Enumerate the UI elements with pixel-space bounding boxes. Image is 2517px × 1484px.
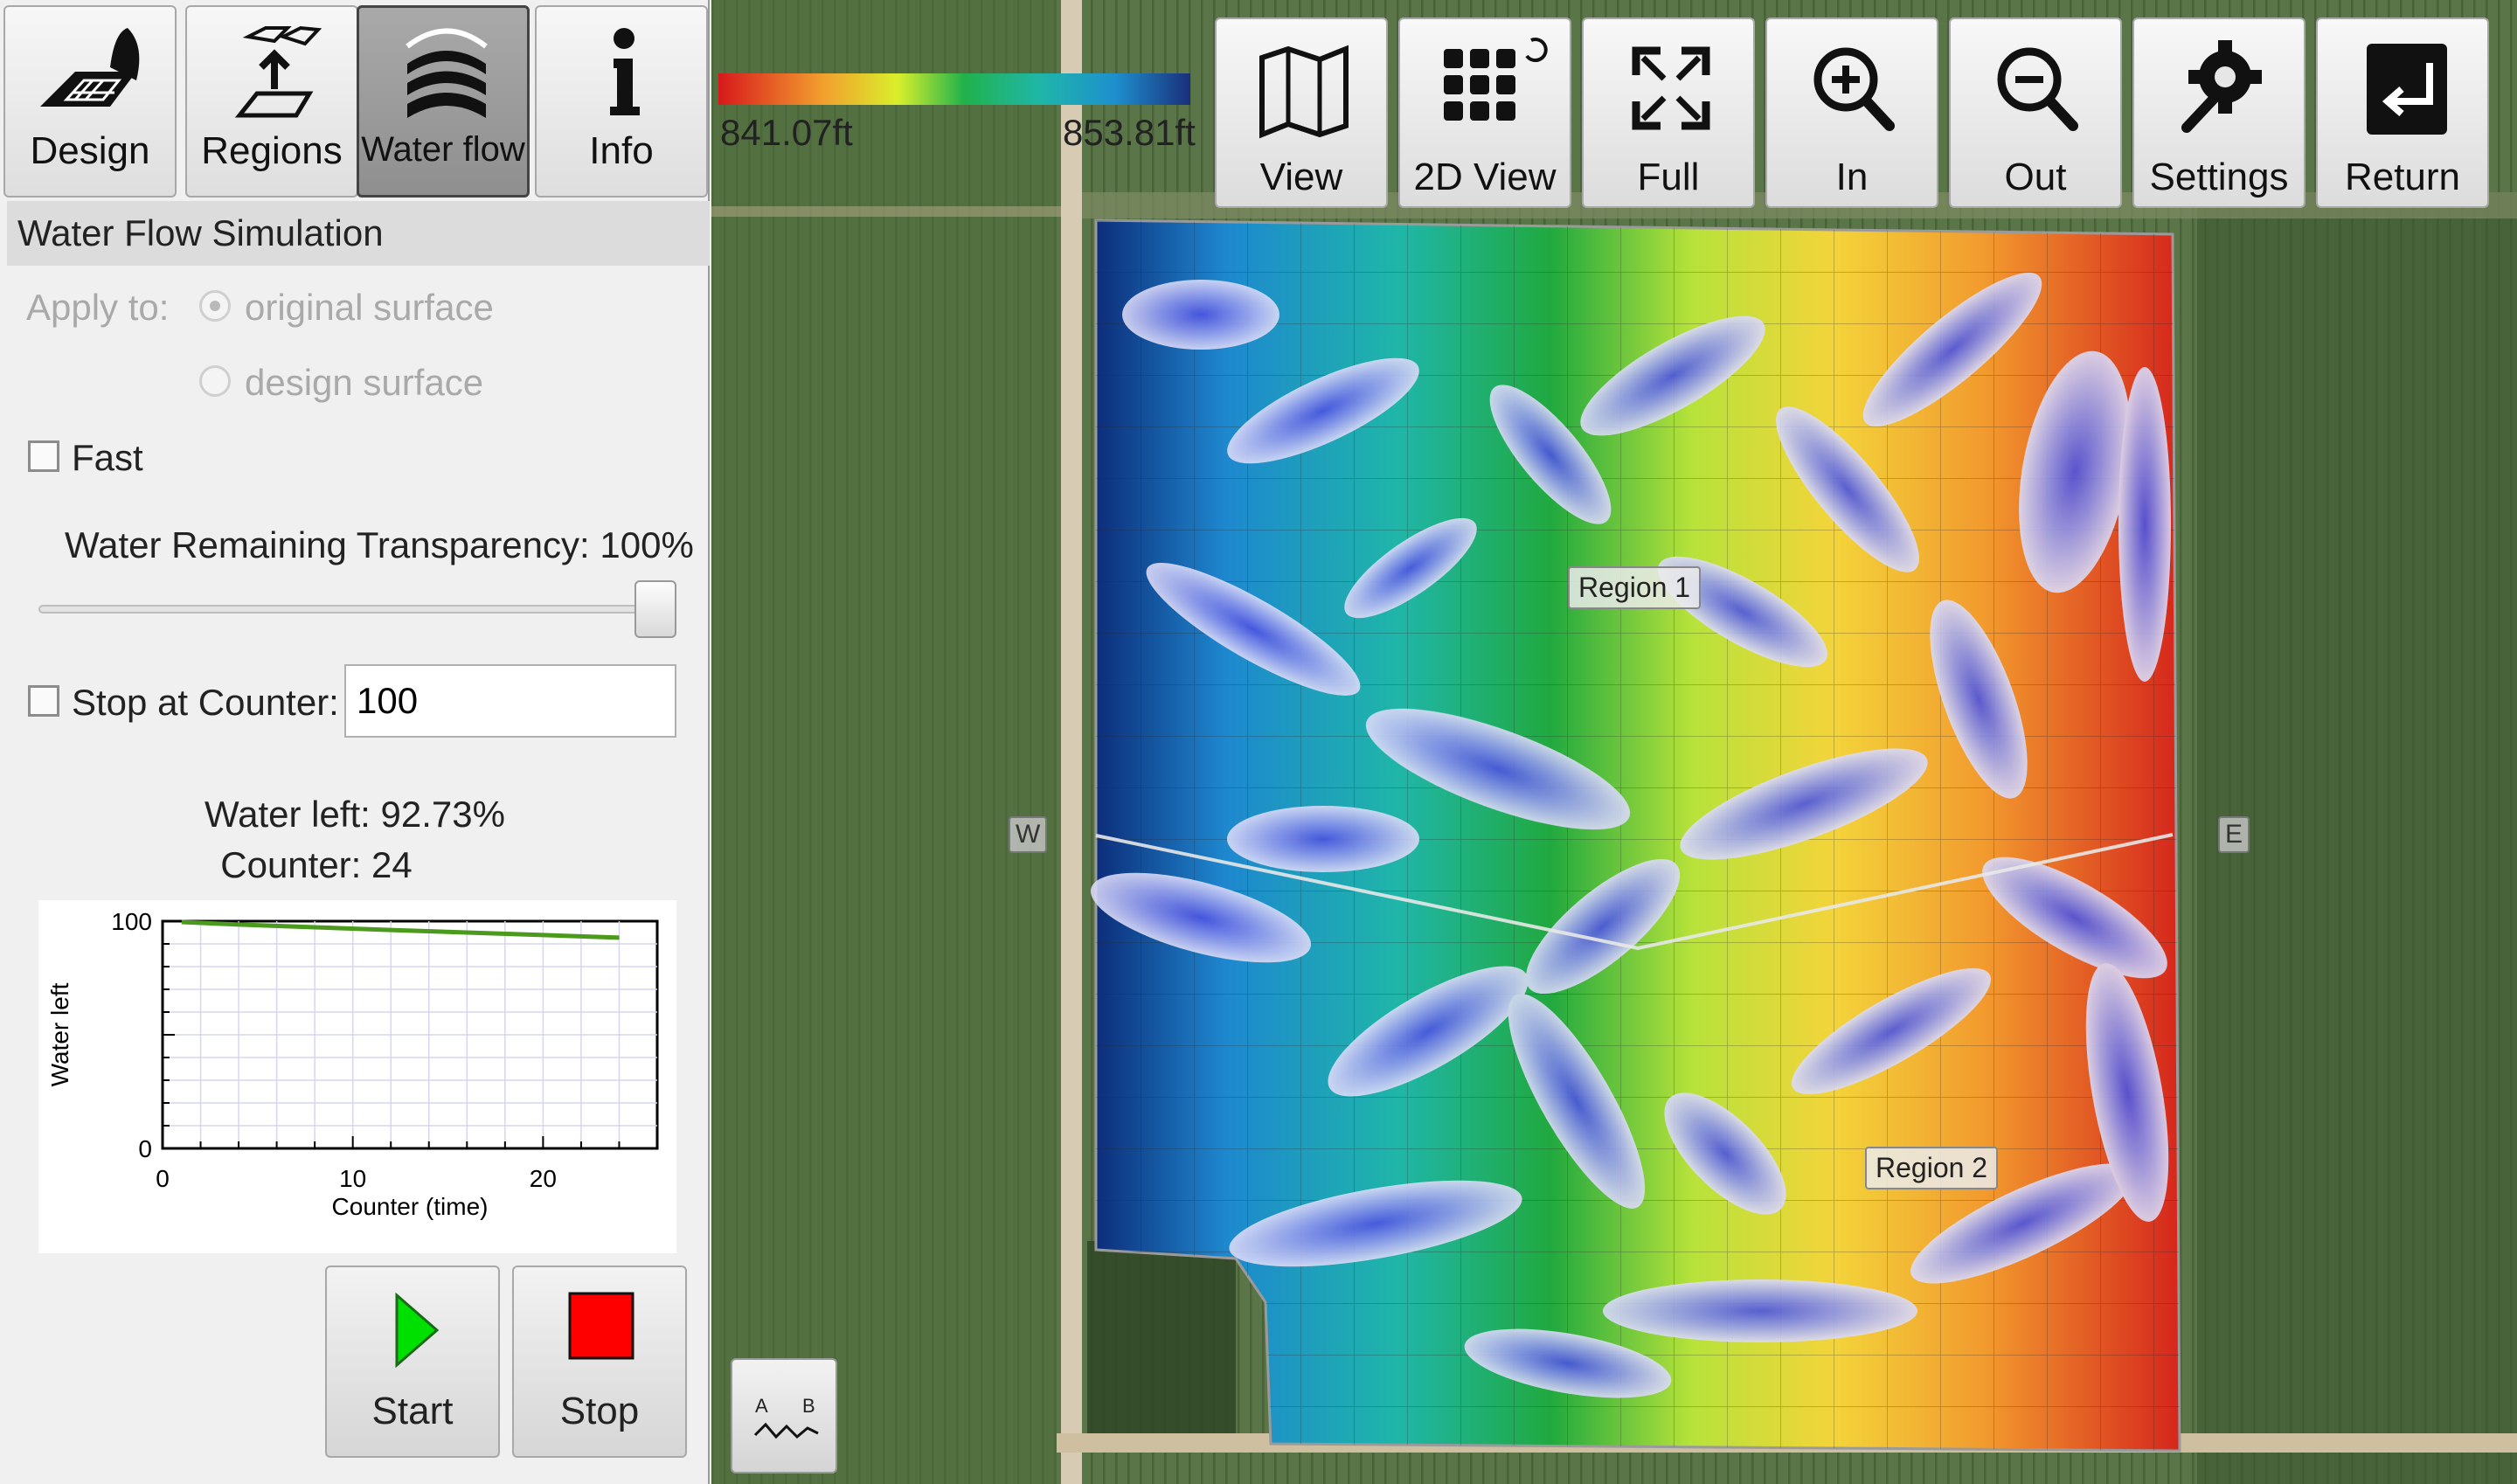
info-icon — [610, 28, 640, 115]
region-2-label[interactable]: Region 2 — [1865, 1147, 1999, 1189]
legend-min-label: 841.07ft — [720, 112, 853, 153]
transparency-slider-track[interactable] — [38, 605, 676, 614]
tab-info-label: Info — [589, 129, 654, 172]
return-icon — [2367, 44, 2447, 135]
regions-icon — [234, 25, 322, 118]
east-marker: E — [2218, 816, 2250, 853]
west-marker: W — [1009, 816, 1048, 853]
y-tick-label: 100 — [111, 908, 152, 935]
x-tick-label: 0 — [156, 1165, 170, 1192]
x-tick-label: 10 — [339, 1165, 366, 1192]
apply-to-label: Apply to: — [26, 287, 170, 328]
water-left-chart: 0 10 20 0 100 Water left Counter (time) — [38, 900, 676, 1253]
stop-button-label: Stop — [559, 1390, 640, 1432]
option-original-surface-label: original surface — [245, 287, 494, 328]
north-south-road — [1061, 0, 1082, 1484]
map-view[interactable]: 841.07ft 853.81ft View 2D View Full In O… — [711, 0, 2517, 1484]
y-tick-label: 0 — [138, 1135, 152, 1162]
water-left-chart-svg: 0 10 20 0 100 Water left Counter (time) — [46, 908, 659, 1220]
tab-info[interactable]: Info — [535, 5, 708, 198]
transparency-value: 100% — [600, 524, 694, 565]
fast-checkbox[interactable] — [28, 440, 59, 472]
transparency-label: Water Remaining Transparency: 100% — [65, 524, 694, 565]
settings-button-label: Settings — [2149, 156, 2289, 198]
chart-x-axis-label: Counter (time) — [332, 1193, 489, 1220]
2d-view-button[interactable]: 2D View — [1398, 17, 1571, 208]
x-tick-label: 20 — [530, 1165, 557, 1192]
view-button[interactable]: View — [1215, 17, 1388, 208]
full-extent-button[interactable]: Full — [1582, 17, 1755, 208]
transparency-slider-thumb[interactable] — [634, 580, 676, 638]
water-left-text: Water left: 92.73% — [205, 794, 505, 835]
tab-water-flow[interactable]: Water flow — [357, 5, 530, 198]
water-flow-icon — [406, 28, 488, 118]
stop-square-icon — [568, 1292, 634, 1360]
refresh-icon — [1525, 38, 1548, 63]
fast-label: Fast — [72, 437, 143, 478]
tree-cluster — [1087, 1241, 1236, 1433]
tab-water-flow-label: Water flow — [361, 130, 525, 169]
left-panel: Design Regions Water flow Info Water Flo… — [0, 0, 710, 1484]
play-icon — [395, 1292, 440, 1369]
zoom-out-button[interactable]: Out — [1949, 17, 2122, 208]
stop-counter-input[interactable] — [344, 664, 676, 738]
tab-regions[interactable]: Regions — [185, 5, 358, 198]
profile-a-label: A — [755, 1395, 768, 1417]
tab-design-label: Design — [30, 129, 150, 172]
start-button-label: Start — [371, 1390, 454, 1432]
stop-at-counter-label: Stop at Counter: — [72, 682, 339, 723]
chart-y-axis-label: Water left — [46, 982, 73, 1086]
settings-button[interactable]: Settings — [2132, 17, 2306, 208]
elevation-color-legend — [718, 73, 1190, 105]
full-extent-icon — [1632, 46, 1710, 130]
zoom-in-icon — [1813, 47, 1895, 131]
design-grid-icon — [40, 28, 140, 107]
radio-design-surface[interactable] — [199, 365, 231, 397]
option-design-surface-label: design surface — [245, 362, 484, 403]
zoom-out-button-label: Out — [2004, 156, 2067, 198]
counter-text: Counter: 24 — [220, 844, 413, 885]
settings-icon — [2181, 40, 2262, 133]
map-view-icon — [1259, 45, 1349, 139]
map-canvas[interactable] — [711, 0, 2517, 1484]
radio-original-surface[interactable] — [199, 290, 231, 322]
start-button[interactable]: Start — [325, 1266, 500, 1458]
return-button[interactable]: Return — [2316, 17, 2489, 208]
profile-b-label: B — [802, 1395, 815, 1417]
zoom-in-button[interactable]: In — [1765, 17, 1938, 208]
2d-view-button-label: 2D View — [1413, 156, 1557, 198]
view-button-label: View — [1259, 156, 1343, 198]
stop-at-counter-checkbox[interactable] — [28, 685, 59, 717]
full-extent-button-label: Full — [1637, 156, 1700, 198]
tab-design[interactable]: Design — [3, 5, 177, 198]
return-button-label: Return — [2344, 156, 2461, 198]
legend-max-label: 853.81ft — [1063, 112, 1196, 153]
zoom-in-button-label: In — [1835, 156, 1869, 198]
grid-2d-icon — [1444, 38, 1548, 121]
zoom-out-icon — [1997, 47, 2078, 131]
profile-wave-icon — [753, 1422, 819, 1439]
tab-regions-label: Regions — [201, 129, 343, 172]
panel-title: Water Flow Simulation — [7, 201, 710, 266]
stop-button[interactable]: Stop — [512, 1266, 687, 1458]
region-1-label[interactable]: Region 1 — [1568, 566, 1702, 609]
profile-tool-button[interactable]: A B — [731, 1358, 837, 1474]
